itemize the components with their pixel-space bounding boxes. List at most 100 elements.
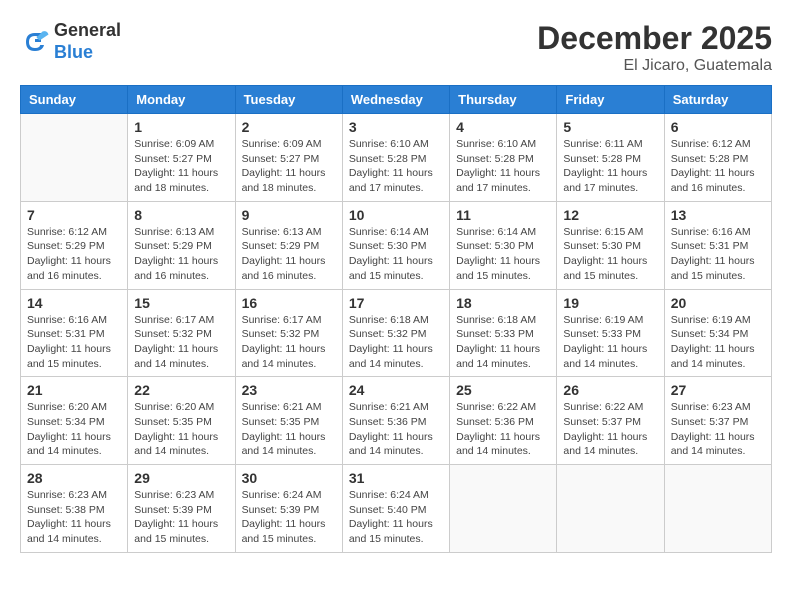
weekday-header-sunday: Sunday	[21, 86, 128, 114]
day-number: 6	[671, 119, 765, 135]
day-info: Sunrise: 6:18 AMSunset: 5:32 PMDaylight:…	[349, 313, 443, 372]
day-info: Sunrise: 6:23 AMSunset: 5:39 PMDaylight:…	[134, 488, 228, 547]
calendar-cell: 20 Sunrise: 6:19 AMSunset: 5:34 PMDayligh…	[664, 289, 771, 377]
calendar-cell: 27 Sunrise: 6:23 AMSunset: 5:37 PMDayligh…	[664, 377, 771, 465]
week-row-5: 28 Sunrise: 6:23 AMSunset: 5:38 PMDayligh…	[21, 465, 772, 553]
logo: General Blue	[20, 20, 121, 63]
location: El Jicaro, Guatemala	[537, 57, 772, 75]
day-info: Sunrise: 6:22 AMSunset: 5:37 PMDaylight:…	[563, 400, 657, 459]
day-info: Sunrise: 6:23 AMSunset: 5:38 PMDaylight:…	[27, 488, 121, 547]
day-number: 22	[134, 382, 228, 398]
calendar-cell	[557, 465, 664, 553]
day-info: Sunrise: 6:18 AMSunset: 5:33 PMDaylight:…	[456, 313, 550, 372]
day-number: 21	[27, 382, 121, 398]
calendar-cell: 4 Sunrise: 6:10 AMSunset: 5:28 PMDaylight…	[450, 114, 557, 202]
calendar-cell: 23 Sunrise: 6:21 AMSunset: 5:35 PMDayligh…	[235, 377, 342, 465]
calendar-cell: 8 Sunrise: 6:13 AMSunset: 5:29 PMDaylight…	[128, 201, 235, 289]
calendar-cell	[21, 114, 128, 202]
calendar-cell: 30Sunrise: 6:24 AMSunset: 5:39 PMDayligh…	[235, 465, 342, 553]
calendar-cell: 22 Sunrise: 6:20 AMSunset: 5:35 PMDayligh…	[128, 377, 235, 465]
day-info: Sunrise: 6:20 AMSunset: 5:35 PMDaylight:…	[134, 400, 228, 459]
calendar-cell: 9 Sunrise: 6:13 AMSunset: 5:29 PMDaylight…	[235, 201, 342, 289]
calendar-table: SundayMondayTuesdayWednesdayThursdayFrid…	[20, 85, 772, 553]
day-info: Sunrise: 6:20 AMSunset: 5:34 PMDaylight:…	[27, 400, 121, 459]
calendar-cell: 29 Sunrise: 6:23 AMSunset: 5:39 PMDayligh…	[128, 465, 235, 553]
calendar-cell: 31 Sunrise: 6:24 AMSunset: 5:40 PMDayligh…	[342, 465, 449, 553]
day-info: Sunrise: 6:13 AMSunset: 5:29 PMDaylight:…	[134, 225, 228, 284]
day-number: 12	[563, 207, 657, 223]
day-number: 19	[563, 295, 657, 311]
logo-icon	[20, 27, 50, 57]
day-info: Sunrise: 6:17 AMSunset: 5:32 PMDaylight:…	[134, 313, 228, 372]
day-number: 9	[242, 207, 336, 223]
day-number: 23	[242, 382, 336, 398]
day-info: Sunrise: 6:19 AMSunset: 5:34 PMDaylight:…	[671, 313, 765, 372]
weekday-header-tuesday: Tuesday	[235, 86, 342, 114]
day-number: 16	[242, 295, 336, 311]
week-row-2: 7Sunrise: 6:12 AMSunset: 5:29 PMDaylight…	[21, 201, 772, 289]
day-info: Sunrise: 6:10 AMSunset: 5:28 PMDaylight:…	[456, 137, 550, 196]
day-number: 1	[134, 119, 228, 135]
calendar-cell: 17 Sunrise: 6:18 AMSunset: 5:32 PMDayligh…	[342, 289, 449, 377]
day-number: 4	[456, 119, 550, 135]
month-title: December 2025	[537, 20, 772, 57]
day-number: 8	[134, 207, 228, 223]
day-info: Sunrise: 6:24 AMSunset: 5:39 PMDaylight:…	[242, 488, 336, 547]
calendar-cell: 2 Sunrise: 6:09 AMSunset: 5:27 PMDaylight…	[235, 114, 342, 202]
day-info: Sunrise: 6:12 AMSunset: 5:29 PMDaylight:…	[27, 225, 121, 284]
day-number: 10	[349, 207, 443, 223]
day-number: 25	[456, 382, 550, 398]
calendar-cell: 28 Sunrise: 6:23 AMSunset: 5:38 PMDayligh…	[21, 465, 128, 553]
day-info: Sunrise: 6:09 AMSunset: 5:27 PMDaylight:…	[242, 137, 336, 196]
calendar-cell: 14 Sunrise: 6:16 AMSunset: 5:31 PMDayligh…	[21, 289, 128, 377]
calendar-cell: 16Sunrise: 6:17 AMSunset: 5:32 PMDayligh…	[235, 289, 342, 377]
calendar-cell: 26Sunrise: 6:22 AMSunset: 5:37 PMDayligh…	[557, 377, 664, 465]
day-number: 2	[242, 119, 336, 135]
day-info: Sunrise: 6:09 AMSunset: 5:27 PMDaylight:…	[134, 137, 228, 196]
day-number: 24	[349, 382, 443, 398]
day-number: 13	[671, 207, 765, 223]
day-info: Sunrise: 6:16 AMSunset: 5:31 PMDaylight:…	[27, 313, 121, 372]
calendar-cell: 19 Sunrise: 6:19 AMSunset: 5:33 PMDayligh…	[557, 289, 664, 377]
title-section: December 2025 El Jicaro, Guatemala	[537, 20, 772, 75]
day-info: Sunrise: 6:16 AMSunset: 5:31 PMDaylight:…	[671, 225, 765, 284]
day-info: Sunrise: 6:10 AMSunset: 5:28 PMDaylight:…	[349, 137, 443, 196]
day-number: 5	[563, 119, 657, 135]
day-info: Sunrise: 6:11 AMSunset: 5:28 PMDaylight:…	[563, 137, 657, 196]
weekday-header-thursday: Thursday	[450, 86, 557, 114]
calendar-cell: 15 Sunrise: 6:17 AMSunset: 5:32 PMDayligh…	[128, 289, 235, 377]
calendar-cell: 18Sunrise: 6:18 AMSunset: 5:33 PMDayligh…	[450, 289, 557, 377]
calendar-cell: 3 Sunrise: 6:10 AMSunset: 5:28 PMDaylight…	[342, 114, 449, 202]
logo-general-text: General	[54, 20, 121, 42]
day-info: Sunrise: 6:19 AMSunset: 5:33 PMDaylight:…	[563, 313, 657, 372]
day-number: 31	[349, 470, 443, 486]
day-info: Sunrise: 6:14 AMSunset: 5:30 PMDaylight:…	[456, 225, 550, 284]
calendar-cell	[664, 465, 771, 553]
day-info: Sunrise: 6:24 AMSunset: 5:40 PMDaylight:…	[349, 488, 443, 547]
page-header: General Blue December 2025 El Jicaro, Gu…	[20, 20, 772, 75]
day-info: Sunrise: 6:21 AMSunset: 5:35 PMDaylight:…	[242, 400, 336, 459]
weekday-header-saturday: Saturday	[664, 86, 771, 114]
calendar-cell: 7Sunrise: 6:12 AMSunset: 5:29 PMDaylight…	[21, 201, 128, 289]
day-info: Sunrise: 6:14 AMSunset: 5:30 PMDaylight:…	[349, 225, 443, 284]
day-number: 14	[27, 295, 121, 311]
week-row-4: 21 Sunrise: 6:20 AMSunset: 5:34 PMDayligh…	[21, 377, 772, 465]
day-number: 3	[349, 119, 443, 135]
day-number: 11	[456, 207, 550, 223]
calendar-cell: 6 Sunrise: 6:12 AMSunset: 5:28 PMDaylight…	[664, 114, 771, 202]
calendar-cell: 13 Sunrise: 6:16 AMSunset: 5:31 PMDayligh…	[664, 201, 771, 289]
day-info: Sunrise: 6:23 AMSunset: 5:37 PMDaylight:…	[671, 400, 765, 459]
day-number: 17	[349, 295, 443, 311]
calendar-cell: 1 Sunrise: 6:09 AMSunset: 5:27 PMDaylight…	[128, 114, 235, 202]
weekday-header-friday: Friday	[557, 86, 664, 114]
day-number: 28	[27, 470, 121, 486]
day-number: 15	[134, 295, 228, 311]
day-info: Sunrise: 6:13 AMSunset: 5:29 PMDaylight:…	[242, 225, 336, 284]
day-info: Sunrise: 6:22 AMSunset: 5:36 PMDaylight:…	[456, 400, 550, 459]
calendar-cell: 21 Sunrise: 6:20 AMSunset: 5:34 PMDayligh…	[21, 377, 128, 465]
day-number: 29	[134, 470, 228, 486]
day-info: Sunrise: 6:12 AMSunset: 5:28 PMDaylight:…	[671, 137, 765, 196]
day-number: 20	[671, 295, 765, 311]
day-number: 27	[671, 382, 765, 398]
weekday-header-monday: Monday	[128, 86, 235, 114]
